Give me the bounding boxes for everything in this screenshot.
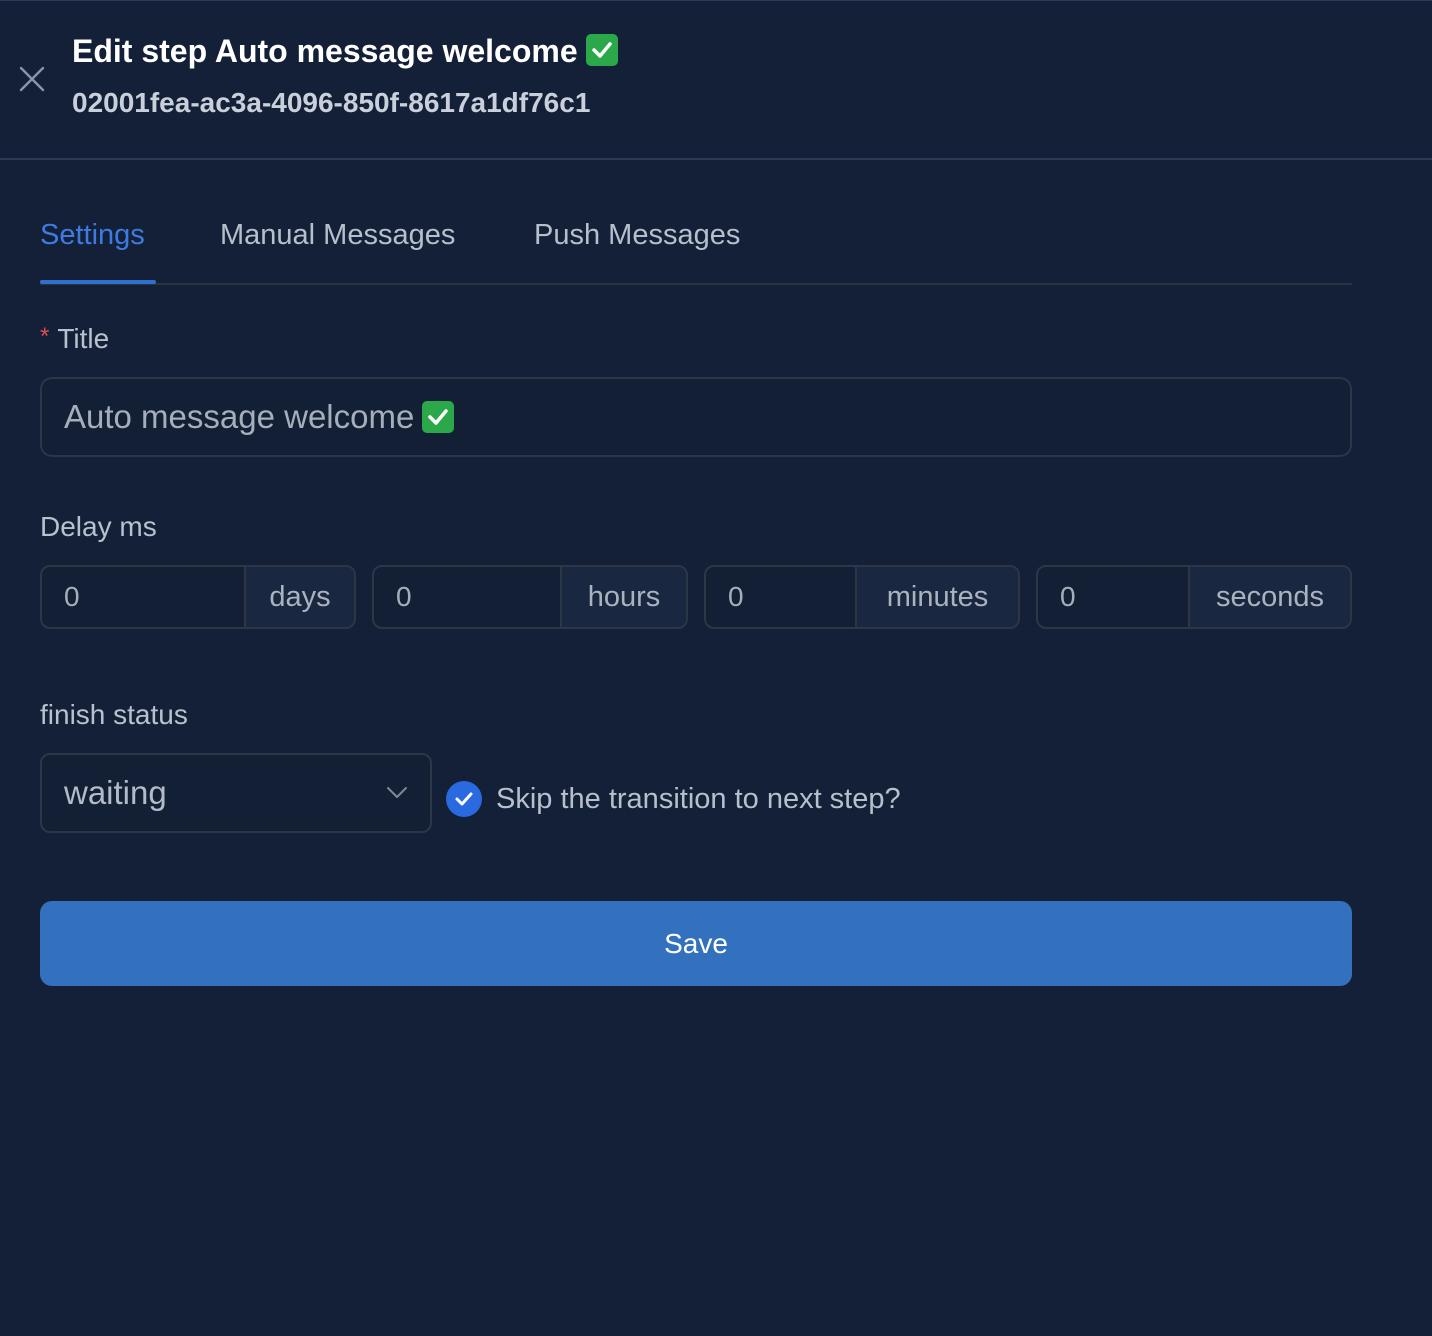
title-label: * Title [40,323,109,355]
tab-manual-messages[interactable]: Manual Messages [220,219,455,252]
page-title: Edit step Auto message welcome [72,33,618,70]
delay-days-unit: days [244,567,354,627]
close-button[interactable] [16,63,48,95]
check-mark-emoji-icon [422,401,455,433]
tab-settings[interactable]: Settings [40,219,145,252]
page-title-text: Edit step Auto message welcome [72,33,578,69]
tab-bar: Settings Manual Messages Push Messages [40,201,1352,285]
delay-label: Delay ms [40,511,157,542]
delay-seconds-unit: seconds [1188,567,1350,627]
delay-seconds-group: 0 seconds [1036,565,1352,629]
delay-days-group: 0 days [40,565,356,629]
delay-minutes-group: 0 minutes [704,565,1020,629]
title-input[interactable]: Auto message welcome [40,377,1352,457]
delay-minutes-input[interactable]: 0 [706,567,855,627]
skip-transition-label: Skip the transition to next step? [496,782,901,815]
delay-hours-unit: hours [560,567,686,627]
required-marker: * [40,323,50,350]
close-icon [19,66,45,92]
title-label-text: Title [57,323,110,354]
active-tab-indicator [40,280,156,284]
checkbox-checked-icon[interactable] [446,781,482,817]
save-button[interactable]: Save [40,901,1352,986]
finish-status-select[interactable]: waiting [40,753,432,833]
delay-minutes-unit: minutes [855,567,1018,627]
skip-transition-checkbox[interactable]: Skip the transition to next step? [446,781,901,817]
drawer-header: Edit step Auto message welcome 02001fea-… [0,1,1432,160]
delay-days-input[interactable]: 0 [42,567,244,627]
check-mark-emoji-icon [585,34,618,66]
finish-status-label: finish status [40,699,188,730]
tab-push-messages[interactable]: Push Messages [534,219,740,252]
chevron-down-icon [387,787,407,798]
finish-status-value: waiting [64,774,167,811]
delay-seconds-input[interactable]: 0 [1038,567,1188,627]
edit-step-drawer: Edit step Auto message welcome 02001fea-… [0,0,1432,1336]
step-id: 02001fea-ac3a-4096-850f-8617a1df76c1 [72,87,591,118]
title-input-value: Auto message welcome [64,398,415,435]
delay-hours-input[interactable]: 0 [374,567,560,627]
delay-hours-group: 0 hours [372,565,688,629]
